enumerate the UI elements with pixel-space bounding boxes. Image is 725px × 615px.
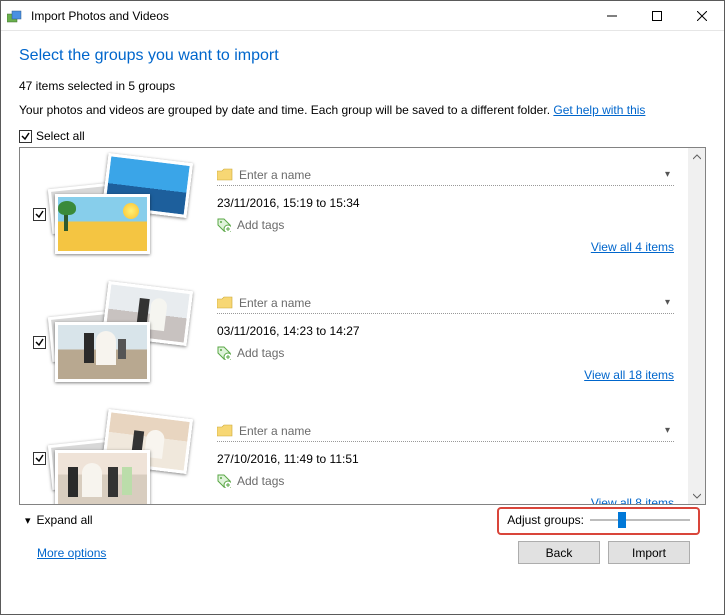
scrollbar[interactable] — [688, 148, 705, 504]
group-tags-input[interactable]: Add tags — [237, 346, 284, 360]
group-tags-input[interactable]: Add tags — [237, 474, 284, 488]
chevron-down-icon[interactable]: ▾ — [661, 297, 674, 308]
selection-summary: 47 items selected in 5 groups — [19, 79, 706, 93]
folder-icon — [217, 168, 233, 182]
scroll-down-icon[interactable] — [688, 487, 705, 504]
group-checkbox[interactable] — [33, 336, 46, 349]
import-button[interactable]: Import — [608, 541, 690, 564]
maximize-button[interactable] — [634, 1, 679, 30]
description-text: Your photos and videos are grouped by da… — [19, 103, 706, 117]
expand-row: ▾ Expand all Adjust groups: — [19, 511, 706, 535]
select-all-label: Select all — [36, 129, 85, 143]
close-button[interactable] — [679, 1, 724, 30]
window-buttons — [589, 1, 724, 30]
caret-down-icon[interactable]: ▾ — [25, 514, 31, 527]
group-name-input[interactable]: Enter a name — [239, 424, 661, 438]
expand-all-link[interactable]: Expand all — [37, 513, 93, 527]
app-icon — [7, 9, 23, 23]
chevron-down-icon[interactable]: ▾ — [661, 425, 674, 436]
group-name-input[interactable]: Enter a name — [239, 296, 661, 310]
group-date-range: 23/11/2016, 15:19 to 15:34 — [217, 196, 360, 210]
minimize-button[interactable] — [589, 1, 634, 30]
window-title: Import Photos and Videos — [31, 9, 589, 23]
adjust-groups-slider[interactable] — [590, 513, 690, 527]
group-row: Enter a name ▾ 03/11/2016, 14:23 to 14:2… — [20, 276, 688, 404]
chevron-down-icon[interactable]: ▾ — [661, 169, 674, 180]
folder-icon — [217, 296, 233, 310]
view-all-link[interactable]: View all 18 items — [584, 368, 674, 382]
group-date-range: 27/10/2016, 11:49 to 11:51 — [217, 452, 359, 466]
group-date-range: 03/11/2016, 14:23 to 14:27 — [217, 324, 360, 338]
folder-icon — [217, 424, 233, 438]
group-checkbox[interactable] — [33, 208, 46, 221]
select-all-checkbox[interactable] — [19, 130, 32, 143]
group-thumbnail-stack[interactable] — [50, 412, 205, 504]
help-link[interactable]: Get help with this — [553, 103, 645, 117]
tag-icon — [217, 346, 231, 360]
view-all-link[interactable]: View all 4 items — [591, 240, 674, 254]
group-name-input[interactable]: Enter a name — [239, 168, 661, 182]
titlebar: Import Photos and Videos — [1, 1, 724, 31]
view-all-link[interactable]: View all 8 items — [591, 496, 674, 504]
select-all-row[interactable]: Select all — [19, 129, 706, 143]
back-button[interactable]: Back — [518, 541, 600, 564]
group-row: Enter a name ▾ 27/10/2016, 11:49 to 11:5… — [20, 404, 688, 504]
more-options-link[interactable]: More options — [37, 546, 106, 560]
page-heading: Select the groups you want to import — [19, 47, 706, 65]
footer: More options Back Import — [19, 535, 706, 564]
group-thumbnail-stack[interactable] — [50, 156, 205, 272]
slider-thumb[interactable] — [618, 512, 626, 528]
scroll-track[interactable] — [688, 165, 705, 487]
adjust-groups-label: Adjust groups: — [507, 513, 584, 527]
description-main: Your photos and videos are grouped by da… — [19, 103, 550, 117]
scroll-up-icon[interactable] — [688, 148, 705, 165]
adjust-groups-box: Adjust groups: — [497, 507, 700, 535]
group-thumbnail-stack[interactable] — [50, 284, 205, 400]
content-area: Select the groups you want to import 47 … — [1, 31, 724, 572]
group-tags-input[interactable]: Add tags — [237, 218, 284, 232]
tag-icon — [217, 474, 231, 488]
group-checkbox[interactable] — [33, 452, 46, 465]
groups-list: Enter a name ▾ 23/11/2016, 15:19 to 15:3… — [19, 147, 706, 505]
group-row: Enter a name ▾ 23/11/2016, 15:19 to 15:3… — [20, 148, 688, 276]
tag-icon — [217, 218, 231, 232]
